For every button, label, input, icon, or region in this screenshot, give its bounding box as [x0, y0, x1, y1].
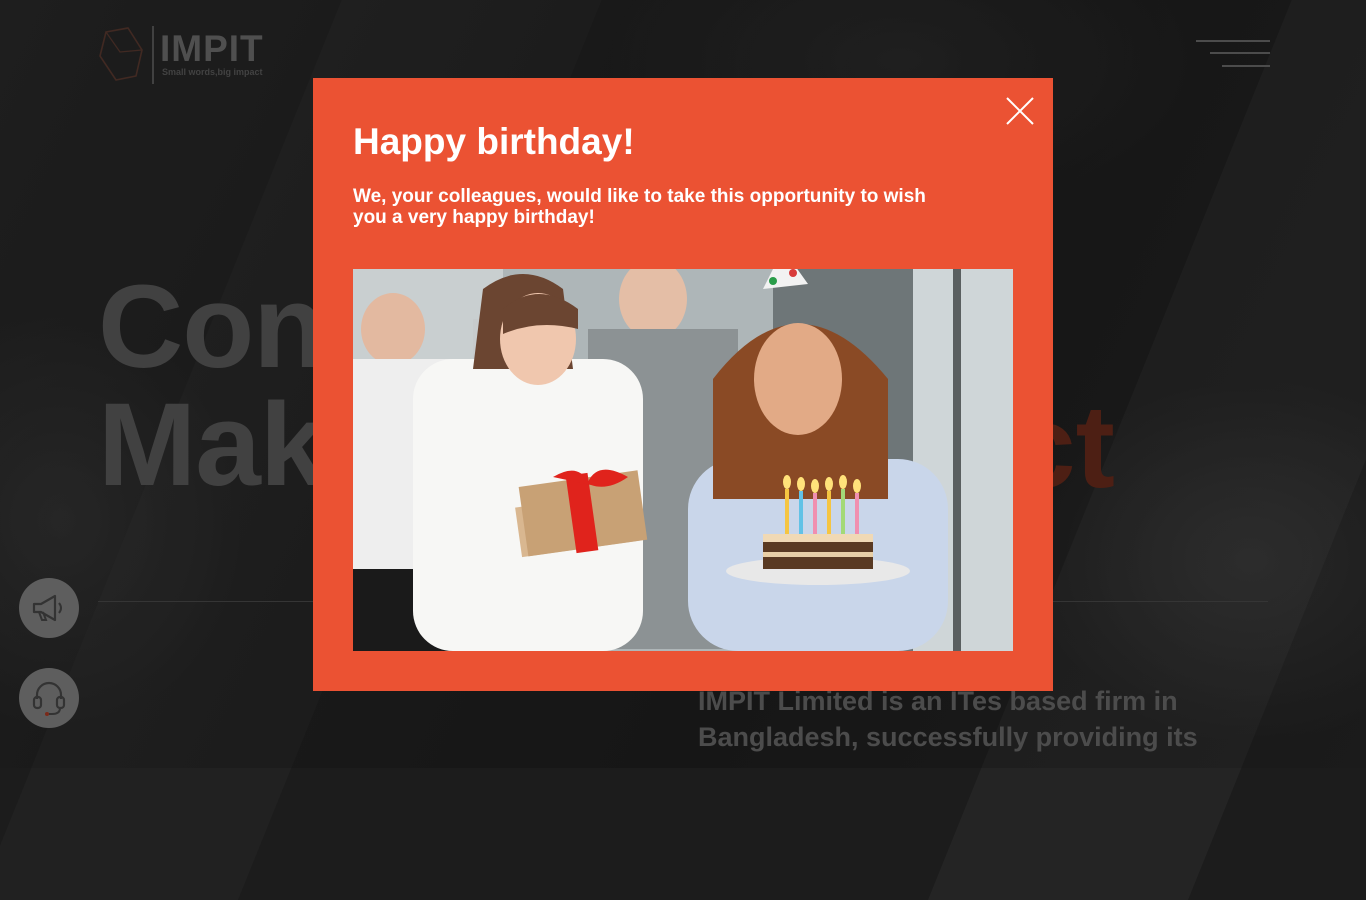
- modal-message: We, your colleagues, would like to take …: [353, 186, 926, 228]
- headset-icon: [32, 681, 66, 716]
- birthday-modal: Happy birthday! We, your colleagues, wou…: [313, 78, 1053, 691]
- megaphone-icon: [32, 594, 62, 622]
- support-button[interactable]: [19, 668, 79, 728]
- close-button[interactable]: [1005, 96, 1035, 126]
- birthday-photo: [353, 269, 1013, 651]
- modal-title: Happy birthday!: [353, 121, 635, 162]
- close-icon: [1006, 97, 1034, 125]
- announcement-button[interactable]: [19, 578, 79, 638]
- birthday-photo-illustration: [353, 269, 1013, 651]
